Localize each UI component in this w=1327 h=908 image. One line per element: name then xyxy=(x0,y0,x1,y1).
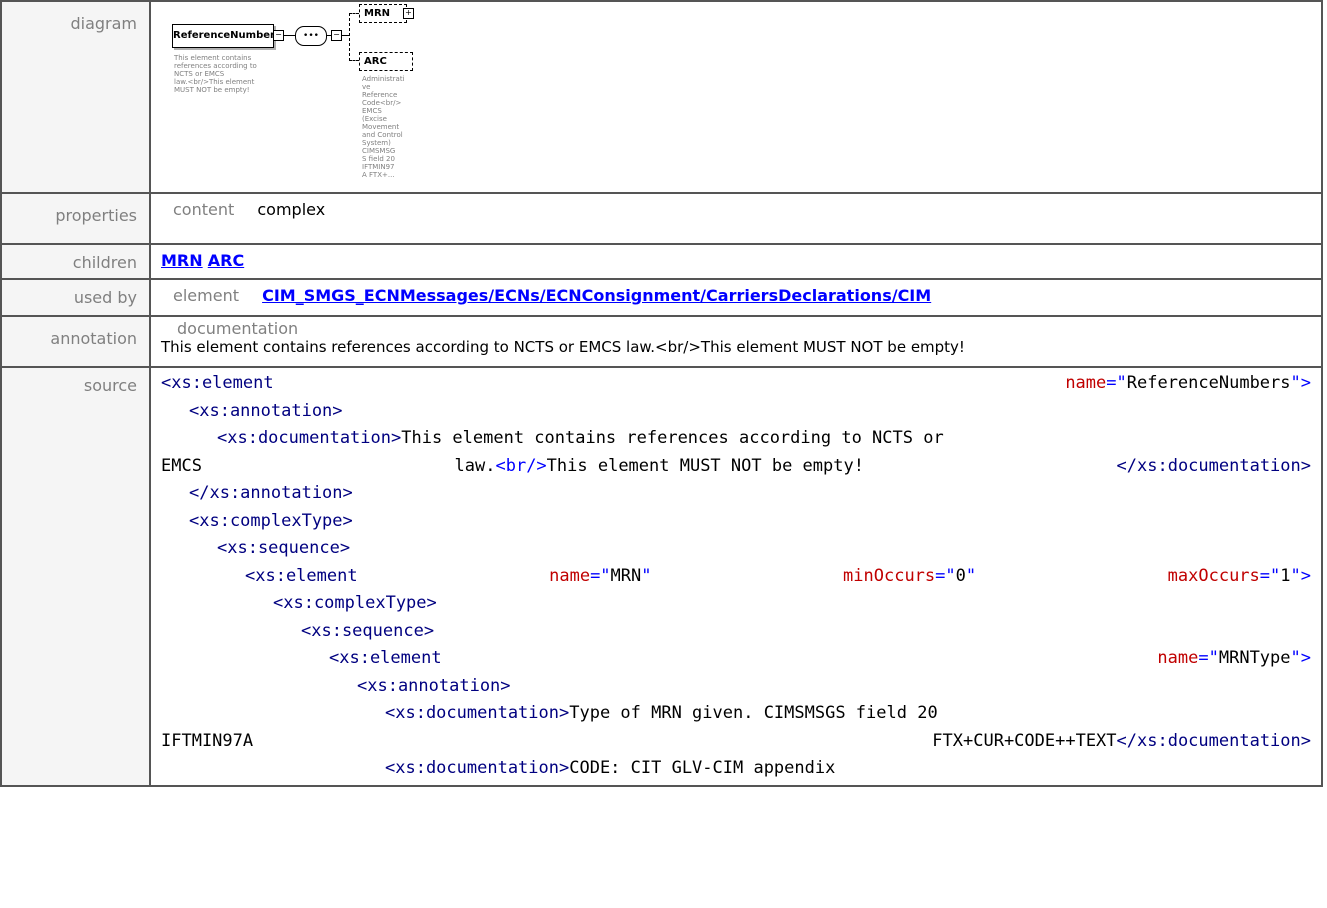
expand-icon[interactable]: + xyxy=(403,8,414,19)
code-line: EMCS law.<br/>This element MUST NOT be e… xyxy=(161,455,1311,476)
arc-description: Administrati ve Reference Code<br/> EMCS (E… xyxy=(362,75,405,179)
code-line: <xs:documentation>CODE: CIT GLV-CIM appe… xyxy=(385,758,836,778)
source-label: source xyxy=(0,366,151,787)
code-line: <xs:sequence> xyxy=(217,538,351,558)
annotation-row: annotation documentation This element co… xyxy=(0,315,1323,368)
children-row: children MRN ARC xyxy=(0,243,1323,280)
diagram-label: diagram xyxy=(0,0,151,194)
child-link-arc[interactable]: ARC xyxy=(208,251,244,270)
diagram-child-mrn[interactable]: MRN xyxy=(359,4,407,23)
properties-label: properties xyxy=(0,192,151,245)
properties-key: content xyxy=(173,200,235,219)
diagram-root-element[interactable]: ReferenceNumbers xyxy=(172,24,281,48)
root-description: This element contains references accordin… xyxy=(174,54,257,94)
code-line: <xs:element name="MRNType"> xyxy=(329,648,1311,668)
code-line: </xs:annotation> xyxy=(189,483,353,503)
sequence-icon: ••• xyxy=(295,26,327,46)
connector-line xyxy=(283,35,295,36)
diagram-row: diagram ReferenceNumbers − ••• − MRN + A… xyxy=(0,0,1323,194)
children-label: children xyxy=(0,243,151,280)
schema-doc-table: diagram ReferenceNumbers − ••• − MRN + A… xyxy=(0,0,1323,787)
children-cell: MRN ARC xyxy=(149,243,1323,280)
code-line: <xs:sequence> xyxy=(301,620,435,641)
code-line: <xs:documentation>Type of MRN given. CIM… xyxy=(385,703,938,723)
diagram-child-arc[interactable]: ARC xyxy=(359,52,413,71)
connector-line xyxy=(349,13,359,14)
connector-line xyxy=(349,60,359,61)
code-line: <xs:documentation>This element contains … xyxy=(217,428,944,448)
annotation-label: annotation xyxy=(0,315,151,368)
properties-cell: content complex xyxy=(149,192,1323,245)
used-by-key: element xyxy=(173,286,239,305)
child-link-mrn[interactable]: MRN xyxy=(161,251,203,270)
schema-diagram: ReferenceNumbers − ••• − MRN + ARC This … xyxy=(151,2,1321,188)
used-by-row: used by element CIM_SMGS_ECNMessages/ECN… xyxy=(0,278,1323,317)
source-code: <xs:element name="ReferenceNumbers"> <xs… xyxy=(149,366,1323,787)
branch-line xyxy=(349,13,350,61)
code-line: IFTMIN97A FTX+CUR+CODE++TEXT</xs:documen… xyxy=(161,730,1311,751)
connector-line xyxy=(341,35,349,36)
code-line: <xs:complexType> xyxy=(273,593,437,613)
properties-value: complex xyxy=(257,200,326,219)
code-line: <xs:complexType> xyxy=(189,510,353,531)
code-line: <xs:element name="ReferenceNumbers"> xyxy=(161,373,1311,393)
code-line: <xs:annotation> xyxy=(189,400,343,421)
annotation-cell: documentation This element contains refe… xyxy=(149,315,1323,368)
diagram-cell: ReferenceNumbers − ••• − MRN + ARC This … xyxy=(149,0,1323,194)
code-line: <xs:annotation> xyxy=(357,675,511,696)
source-row: source <xs:element name="ReferenceNumber… xyxy=(0,366,1323,787)
used-by-link[interactable]: CIM_SMGS_ECNMessages/ECNs/ECNConsignment… xyxy=(262,286,931,305)
used-by-label: used by xyxy=(0,278,151,317)
code-line: <xs:element name="MRN" minOccurs="0" max… xyxy=(245,565,1311,586)
annotation-key: documentation xyxy=(177,319,299,338)
used-by-cell: element CIM_SMGS_ECNMessages/ECNs/ECNCon… xyxy=(149,278,1323,317)
annotation-value: This element contains references accordi… xyxy=(161,338,965,356)
properties-row: properties content complex xyxy=(0,192,1323,245)
